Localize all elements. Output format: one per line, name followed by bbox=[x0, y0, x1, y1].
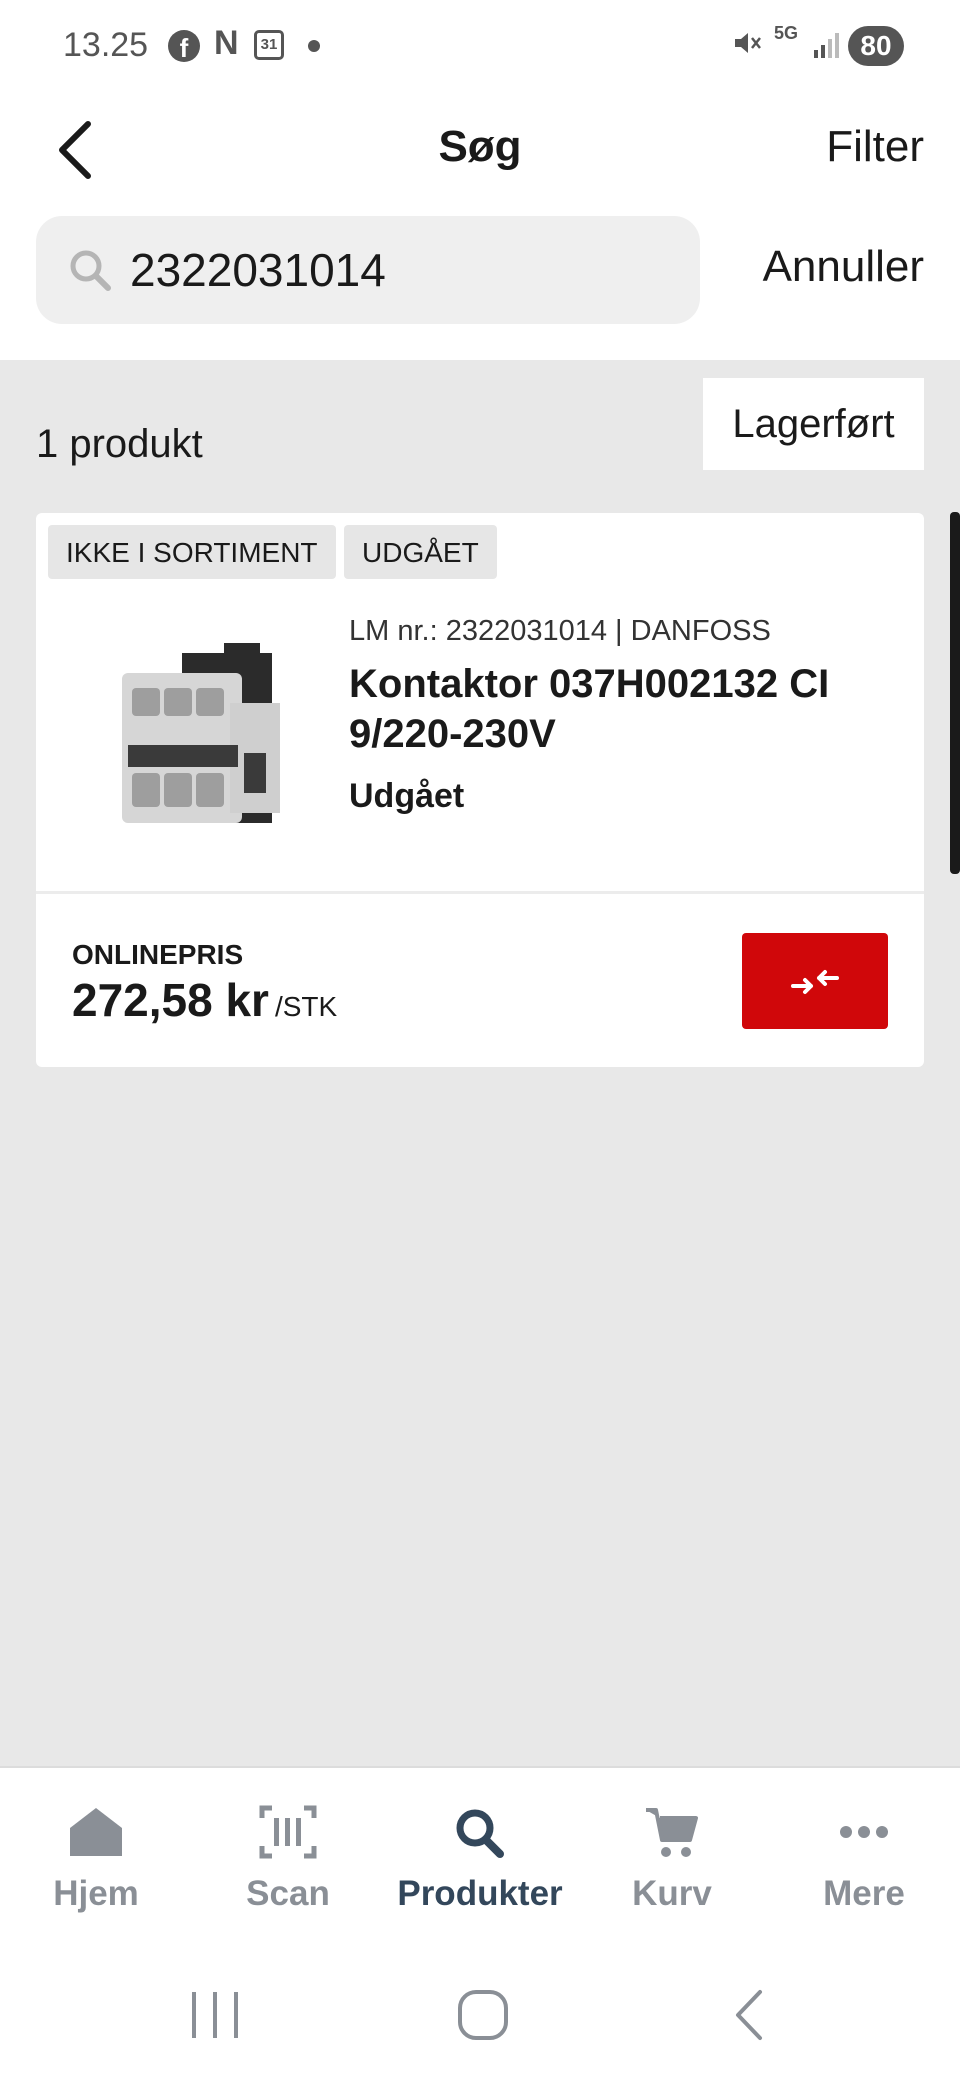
header: Søg Filter Annuller bbox=[0, 92, 960, 360]
more-notifications-dot-icon bbox=[308, 40, 320, 52]
nav-item-more[interactable]: Mere bbox=[768, 1768, 960, 1952]
mute-icon bbox=[732, 28, 762, 62]
badge-discontinued: UDGÅET bbox=[344, 525, 497, 579]
search-input[interactable] bbox=[130, 234, 670, 306]
nav-item-home[interactable]: Hjem bbox=[0, 1768, 192, 1952]
page-title: Søg bbox=[438, 122, 522, 171]
nav-label-home: Hjem bbox=[53, 1874, 139, 1913]
nav-label-products: Produkter bbox=[397, 1874, 563, 1913]
home-icon bbox=[70, 1808, 122, 1856]
search-box[interactable] bbox=[36, 216, 700, 324]
bottom-nav: Hjem Scan Produkter Kurv Mere bbox=[0, 1766, 960, 1950]
nav-label-more: Mere bbox=[823, 1874, 905, 1913]
cart-icon bbox=[646, 1808, 698, 1857]
cancel-button[interactable]: Annuller bbox=[763, 242, 924, 292]
product-status: Udgået bbox=[349, 777, 465, 815]
scroll-indicator bbox=[950, 512, 960, 874]
nav-item-scan[interactable]: Scan bbox=[192, 1768, 384, 1952]
signal-icon bbox=[812, 30, 842, 60]
product-title[interactable]: Kontaktor 037H002132 CI 9/220-230V bbox=[349, 659, 889, 759]
result-count: 1 produkt bbox=[36, 422, 203, 466]
status-bar: 13.25 f N 31 5G 80 bbox=[0, 0, 960, 92]
alternatives-button[interactable] bbox=[742, 933, 888, 1029]
status-time: 13.25 bbox=[63, 26, 149, 64]
price-row: 272,58 kr/STK bbox=[72, 973, 337, 1027]
recent-apps-icon[interactable] bbox=[180, 1980, 250, 2050]
system-back-icon[interactable] bbox=[716, 1980, 786, 2050]
card-divider bbox=[36, 891, 924, 894]
facebook-icon: f bbox=[168, 30, 200, 63]
nav-label-scan: Scan bbox=[246, 1874, 330, 1913]
price-value: 272,58 kr bbox=[72, 974, 269, 1026]
product-meta: LM nr.: 2322031014 | DANFOSS bbox=[349, 615, 771, 647]
nav-item-cart[interactable]: Kurv bbox=[576, 1768, 768, 1952]
calendar-icon: 31 bbox=[254, 30, 284, 60]
badge-not-in-assortment: IKKE I SORTIMENT bbox=[48, 525, 336, 579]
stock-filter-button[interactable]: Lagerført bbox=[703, 378, 924, 470]
barcode-icon bbox=[259, 1805, 317, 1859]
notification-n-icon: N bbox=[214, 24, 239, 62]
price-unit: /STK bbox=[274, 991, 338, 1022]
nav-label-cart: Kurv bbox=[632, 1874, 712, 1913]
price-label: ONLINEPRIS bbox=[72, 939, 244, 970]
product-card[interactable]: IKKE I SORTIMENT UDGÅET LM nr.: 23220310… bbox=[36, 513, 924, 1067]
search-icon bbox=[70, 250, 111, 291]
more-icon bbox=[840, 1826, 888, 1838]
search-icon bbox=[456, 1809, 504, 1858]
home-button-icon[interactable] bbox=[448, 1980, 518, 2050]
swap-arrows-icon bbox=[791, 970, 839, 994]
nav-item-products[interactable]: Produkter bbox=[384, 1768, 576, 1952]
filter-button[interactable]: Filter bbox=[826, 122, 924, 172]
battery-icon: 80 bbox=[848, 26, 904, 66]
product-image[interactable] bbox=[112, 633, 302, 833]
network-5g-icon: 5G bbox=[774, 23, 799, 43]
system-nav bbox=[0, 1950, 960, 2080]
